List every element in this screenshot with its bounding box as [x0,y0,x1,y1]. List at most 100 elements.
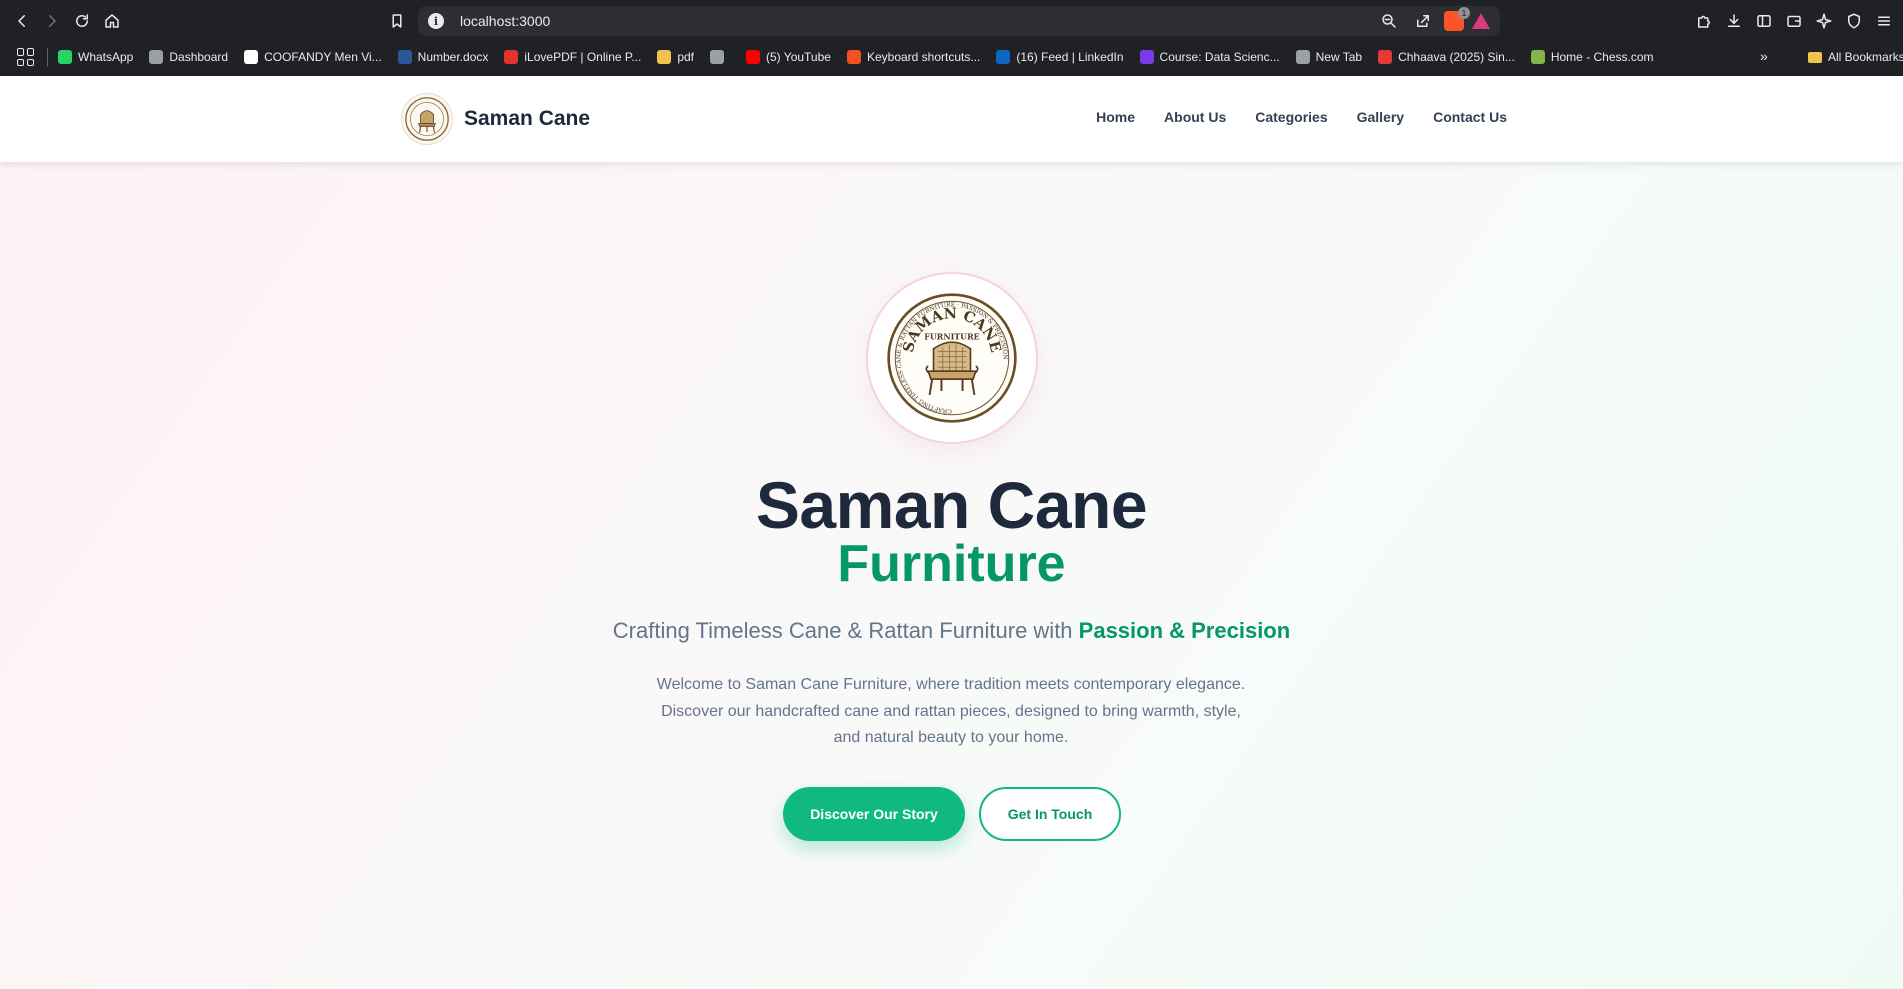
chair-seal-logo [405,97,449,141]
site-header: Saman Cane Home About Us Categories Gall… [0,76,1903,162]
bookmark-item[interactable]: WhatsApp [58,50,133,64]
bookmark-label: New Tab [1315,50,1363,64]
hero-description: Welcome to Saman Cane Furniture, where t… [656,676,1246,746]
all-bookmarks-label: All Bookmarks [1828,50,1903,64]
linkedin-icon [996,50,1011,64]
brand-link[interactable]: Saman Cane [401,93,590,145]
bookmark-label: Number.docx [417,50,489,64]
menu-button[interactable] [1869,6,1899,36]
zoom-out-icon [1382,14,1396,28]
bookmark-item[interactable]: Dashboard [149,50,228,64]
bookmark-item[interactable] [710,50,730,64]
wallet-icon [1787,15,1801,27]
bookmark-label: Keyboard shortcuts... [866,50,981,64]
tagline-accent: Passion & Precision [1078,618,1291,643]
bookmark-label: (16) Feed | LinkedIn [1016,50,1124,64]
home-button[interactable] [97,6,127,36]
bookmark-page-button[interactable] [382,6,412,36]
vpn-button[interactable] [1839,6,1869,36]
more-bookmarks-chevron-icon[interactable]: » [1760,48,1768,64]
shield-icon [1848,13,1860,29]
bookmark-item[interactable]: Course: Data Scienc... [1139,50,1280,64]
bookmark-label: pdf [677,50,695,64]
bookmark-label: WhatsApp [78,50,134,64]
chair-seal-logo: SAMAN CANE FURNITURE CRAFTING TIMELESS C… [887,293,1017,423]
leo-ai-button[interactable] [1809,6,1839,36]
chess-icon [1530,50,1545,64]
forward-button[interactable] [37,6,67,36]
bookmark-label: Dashboard [169,50,229,64]
bookmark-item[interactable]: pdf [657,50,694,64]
discover-our-story-button[interactable]: Discover Our Story [783,787,965,841]
bookmark-label: COOFANDY Men Vi... [264,50,382,64]
nav-categories[interactable]: Categories [1255,109,1327,125]
bookmarks-bar: WhatsApp Dashboard COOFANDY Men Vi... Numbe… [0,42,1903,72]
hero-title: Saman Cane [755,468,1148,542]
share-button[interactable] [1410,8,1436,34]
course-icon [1139,50,1154,64]
nav-contact-us[interactable]: Contact Us [1433,109,1507,125]
address-bar-actions: 1 [1376,6,1490,36]
reload-button[interactable] [67,6,97,36]
bookmark-item[interactable]: Number.docx [397,50,489,64]
back-button[interactable] [7,6,37,36]
globe-icon [1295,50,1310,64]
share-icon [1417,15,1429,27]
extensions-button[interactable] [1689,6,1719,36]
bookmark-item[interactable]: iLovePDF | Online P... [504,50,641,64]
zoom-button[interactable] [1376,8,1402,34]
reload-icon [76,14,88,27]
bookmark-item[interactable]: Keyboard shortcuts... [846,50,981,64]
tagline-plain: Crafting Timeless Cane & Rattan Furnitur… [612,618,1079,643]
browser-chrome: i localhost:3000 1 WhatsApp Dashboard CO… [0,0,1903,76]
shields-count-badge: 1 [1458,7,1470,19]
whatsapp-icon [58,50,72,64]
bookmark-item[interactable]: New Tab [1295,50,1363,64]
bookmark-icon [392,14,402,28]
brave-shields-icon[interactable]: 1 [1444,7,1470,31]
bookmark-label: Home - Chess.com [1550,50,1654,64]
bookmark-item[interactable]: (16) Feed | LinkedIn [996,50,1124,64]
bookmark-item[interactable]: Chhaava (2025) Sin... [1378,50,1515,64]
nav-home[interactable]: Home [1096,109,1135,125]
hero-logo: SAMAN CANE FURNITURE CRAFTING TIMELESS C… [866,272,1038,444]
site-info-icon[interactable]: i [428,13,444,29]
sidebar-icon [1757,15,1771,27]
word-icon [397,50,412,64]
bookmark-item[interactable]: COOFANDY Men Vi... [244,50,382,64]
bookmarks-divider [47,48,48,66]
brand-logo-icon [401,93,453,145]
hero-subtitle: Furniture [837,535,1066,593]
bookmark-item[interactable]: (5) YouTube [746,50,831,64]
nav-about-us[interactable]: About Us [1164,109,1226,125]
hamburger-menu-icon [1878,16,1890,26]
address-bar[interactable]: i localhost:3000 1 [418,6,1500,36]
dashboard-icon [149,50,164,64]
bookmark-label: (5) YouTube [766,50,831,64]
bookmark-label: Course: Data Scienc... [1159,50,1280,64]
main-nav: Home About Us Categories Gallery Contact… [1096,109,1507,125]
globe-icon [710,50,725,64]
bookmark-item[interactable]: Home - Chess.com [1530,50,1654,64]
browser-tools [1689,6,1899,36]
back-arrow-icon [18,15,25,27]
hero-tagline: Crafting Timeless Cane & Rattan Furnitur… [0,618,1903,644]
all-bookmarks-button[interactable]: All Bookmarks [1808,42,1903,72]
brave-rewards-icon[interactable] [1472,13,1490,29]
url-text[interactable]: localhost:3000 [460,13,550,29]
logo-mid-text: FURNITURE [924,333,979,342]
home-icon [105,14,119,28]
amazon-icon [244,50,259,64]
get-in-touch-button[interactable]: Get In Touch [979,787,1121,841]
sidebar-button[interactable] [1749,6,1779,36]
microsoft-icon [846,50,861,64]
apps-grid-icon[interactable] [17,48,35,66]
wallet-button[interactable] [1779,6,1809,36]
ilovepdf-icon [504,50,519,64]
bookmark-label: Chhaava (2025) Sin... [1398,50,1515,64]
download-icon [1728,14,1740,27]
nav-gallery[interactable]: Gallery [1357,109,1404,125]
sparkle-icon [1816,13,1832,29]
downloads-button[interactable] [1719,6,1749,36]
bookmark-label: iLovePDF | Online P... [524,50,642,64]
